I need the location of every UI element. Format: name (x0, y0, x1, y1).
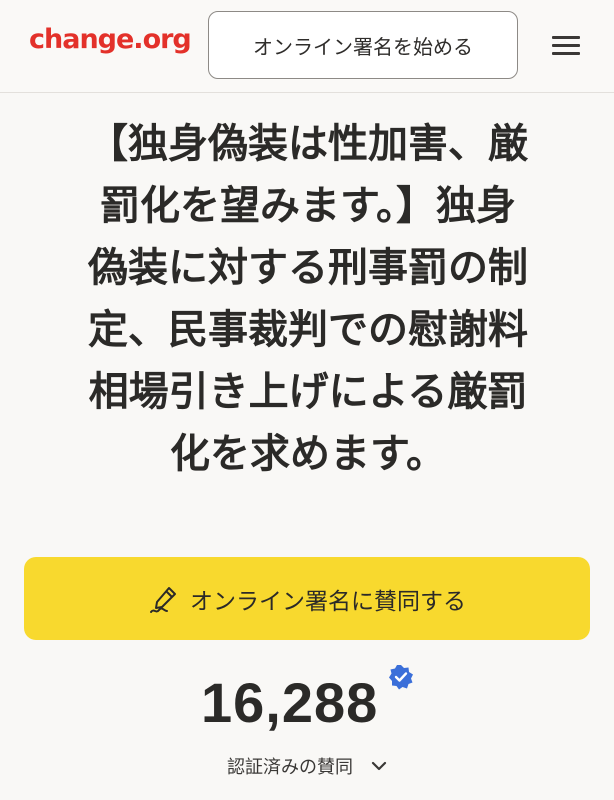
change-org-logo[interactable]: change.org (29, 24, 192, 55)
petition-title-line: 定、民事裁判での慰謝料 (88, 307, 528, 353)
menu-bar (552, 52, 580, 55)
verified-supporters-label: 認証済みの賛同 (227, 757, 353, 778)
petition-title-line: 罰化を望みます。】独身 (100, 183, 516, 229)
verified-badge-icon (389, 665, 413, 690)
verified-supporters-toggle[interactable]: 認証済みの賛同 (0, 750, 614, 782)
sign-petition-button[interactable]: オンライン署名に賛同する (24, 557, 590, 640)
pen-signature-icon (150, 586, 176, 613)
supporter-count: 16,288 (201, 671, 379, 734)
petition-title: 【独身偽装は性加害、厳 罰化を望みます。】独身 偽装に対する刑事罰の制 定、民事… (30, 113, 586, 485)
petition-title-line: 相場引き上げによる厳罰 (88, 369, 528, 415)
sign-petition-label: オンライン署名に賛同する (190, 588, 466, 615)
start-petition-button[interactable]: オンライン署名を始める (208, 11, 518, 79)
site-header: change.org オンライン署名を始める (0, 0, 614, 93)
petition-title-line: 化を求めます。 (170, 431, 446, 477)
menu-bar (552, 44, 580, 47)
petition-title-line: 【独身偽装は性加害、厳 (88, 121, 528, 167)
hamburger-menu-icon[interactable] (552, 36, 580, 56)
chevron-down-icon[interactable] (371, 758, 387, 774)
menu-bar (552, 36, 580, 39)
supporter-count-block: 16,288 (0, 665, 614, 738)
petition-title-line: 偽装に対する刑事罰の制 (88, 245, 528, 291)
